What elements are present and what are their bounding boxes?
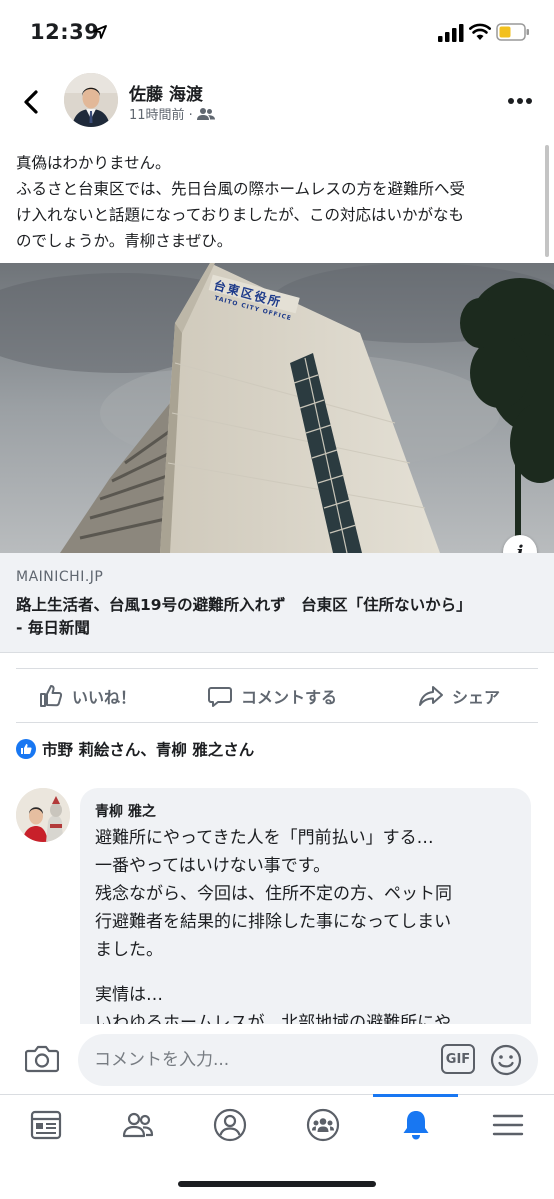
- like-label: いいね！: [72, 688, 137, 707]
- location-arrow-icon: [93, 25, 107, 39]
- tab-profile[interactable]: [200, 1103, 260, 1147]
- post-time: 11時間前 ·: [129, 108, 193, 123]
- home-indicator[interactable]: [178, 1181, 376, 1187]
- divider: [16, 668, 538, 669]
- link-title-line: 路上生活者、台風19号の避難所入れず 台東区「住所ないから」: [16, 596, 472, 614]
- profile-icon: [213, 1108, 247, 1142]
- wifi-icon: [469, 23, 491, 40]
- tab-notifications[interactable]: [386, 1103, 446, 1147]
- groups-icon: [306, 1108, 340, 1142]
- comment-line: 実情は…: [95, 985, 163, 1005]
- link-preview-image[interactable]: 台東区役所 TAITO CITY OFFICE: [0, 263, 554, 553]
- news-feed-icon: [30, 1110, 62, 1140]
- share-label: シェア: [452, 688, 501, 707]
- like-icon: [40, 685, 63, 707]
- tab-menu[interactable]: [478, 1103, 538, 1147]
- friends-icon: [196, 107, 215, 120]
- post-text-line: 真偽はわかりません。: [16, 154, 171, 172]
- emoji-icon[interactable]: [490, 1044, 522, 1076]
- commenter-avatar[interactable]: [16, 788, 70, 842]
- post-text: 真偽はわかりません。 ふるさと台東区では、先日台風の際ホームレスの方を避難所へ受…: [16, 150, 541, 254]
- tab-news-feed[interactable]: [16, 1103, 76, 1147]
- reactions-text: 市野 莉絵さん、青柳 雅之さん: [42, 741, 255, 759]
- post-text-line: のでしょうか。青柳さまぜひ。: [16, 232, 233, 250]
- tab-groups[interactable]: [293, 1103, 353, 1147]
- reactions-summary[interactable]: 市野 莉絵さん、青柳 雅之さん: [16, 738, 254, 760]
- post-meta: 11時間前 ·: [129, 104, 215, 123]
- like-reaction-icon: [16, 739, 36, 759]
- commenter-name[interactable]: 青柳 雅之: [95, 801, 156, 821]
- scroll-indicator[interactable]: [545, 145, 549, 257]
- link-card[interactable]: MAINICHI.JP 路上生活者、台風19号の避難所入れず 台東区「住所ないか…: [0, 553, 554, 653]
- link-domain: MAINICHI.JP: [16, 569, 104, 585]
- friends-tab-icon: [122, 1112, 154, 1138]
- comment-label: コメントする: [241, 688, 338, 707]
- comment-bubble[interactable]: 青柳 雅之 避難所にやってきた人を「門前払い」する… 一番やってはいけない事です…: [80, 788, 531, 1048]
- like-button[interactable]: いいね！: [38, 681, 136, 711]
- divider: [16, 722, 538, 723]
- share-button[interactable]: シェア: [418, 681, 500, 711]
- status-time: 12:39: [30, 20, 100, 44]
- camera-icon[interactable]: [25, 1043, 59, 1073]
- comment-line: ました。: [95, 940, 163, 960]
- gif-icon[interactable]: GIF: [441, 1044, 475, 1074]
- compose-bar: GIF: [0, 1024, 554, 1094]
- more-icon[interactable]: [507, 97, 533, 105]
- post-text-line: ふるさと台東区では、先日台風の際ホームレスの方を避難所へ受: [16, 180, 466, 198]
- status-bar: 12:39: [0, 0, 554, 66]
- comment-line: 行避難者を結果的に排除した事になってしまい: [95, 912, 452, 932]
- signal-icon: [438, 24, 464, 42]
- tab-bar: [0, 1094, 554, 1199]
- comment-text: 避難所にやってきた人を「門前払い」する… 一番やってはいけない事です。 残念なが…: [95, 824, 525, 1037]
- share-icon: [419, 686, 443, 706]
- comment-line: 残念ながら、今回は、住所不定の方、ペット同: [95, 884, 452, 904]
- comment-line: 避難所にやってきた人を「門前払い」する…: [95, 828, 434, 848]
- comment-line: 一番やってはいけない事です。: [95, 856, 331, 876]
- link-title-line: - 毎日新聞: [16, 619, 90, 637]
- menu-icon: [492, 1114, 524, 1136]
- battery-icon: [496, 23, 529, 41]
- author-avatar[interactable]: [64, 73, 118, 127]
- bell-icon: [403, 1111, 429, 1140]
- comment-icon: [208, 687, 232, 707]
- comment-button[interactable]: コメントする: [207, 681, 337, 711]
- back-chevron-icon[interactable]: [20, 88, 44, 116]
- active-tab-indicator: [373, 1094, 458, 1097]
- post-text-line: け入れないと話題になっておりましたが、この対応はいかがなも: [16, 206, 464, 224]
- author-name[interactable]: 佐藤 海渡: [129, 80, 203, 105]
- link-title: 路上生活者、台風19号の避難所入れず 台東区「住所ないから」 - 毎日新聞: [16, 594, 536, 640]
- comment-line: [95, 964, 525, 981]
- tab-friends[interactable]: [108, 1103, 168, 1147]
